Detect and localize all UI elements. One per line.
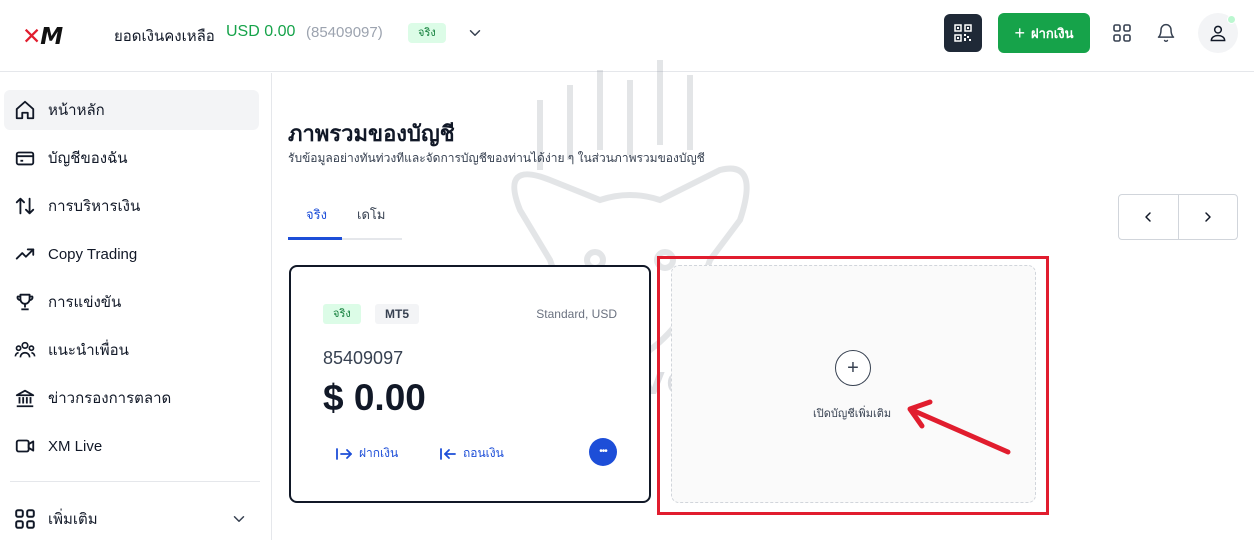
user-icon <box>1210 25 1226 42</box>
video-icon <box>15 439 35 453</box>
page-title: ภาพรวมของบัญชี <box>288 121 455 146</box>
card-deposit-button[interactable]: ฝากเงิน <box>335 444 398 463</box>
sidebar-divider <box>10 481 260 482</box>
sidebar-item-my-accounts[interactable]: บัญชีของฉัน <box>4 138 259 178</box>
sidebar-item-label: แนะนำเพื่อน <box>48 342 129 359</box>
sidebar-item-competitions[interactable]: การแข่งขัน <box>4 282 259 322</box>
xm-logo[interactable]: ✕M <box>22 24 63 50</box>
chevron-down-icon[interactable] <box>230 510 248 528</box>
sidebar-item-label: เพิ่มเติม <box>48 511 98 528</box>
sidebar-item-home[interactable]: หน้าหลัก <box>4 90 259 130</box>
card-withdraw-label: ถอนเงิน <box>463 446 504 460</box>
sidebar-item-label: Copy Trading <box>48 245 138 263</box>
account-id: (85409097) <box>306 24 383 41</box>
page-subtitle: รับข้อมูลอย่างทันท่วงทีและจัดการบัญชีของ… <box>288 151 705 165</box>
apps-grid-icon <box>15 509 35 529</box>
transfer-icon <box>15 197 35 215</box>
chevron-left-icon <box>1145 212 1152 222</box>
balance-value: USD 0.00 <box>226 23 296 40</box>
bank-icon <box>15 389 35 408</box>
account-type-badge: จริง <box>408 23 446 43</box>
card-withdraw-button[interactable]: ถอนเงิน <box>439 444 504 463</box>
home-icon <box>15 100 35 120</box>
next-button[interactable] <box>1177 195 1237 239</box>
prev-button[interactable] <box>1119 195 1178 239</box>
sidebar-item-xm-live[interactable]: XM Live <box>4 426 259 466</box>
tab-real[interactable]: จริง <box>306 204 327 225</box>
plus-icon: + <box>1014 23 1026 43</box>
red-arrow-annotation <box>907 399 1011 455</box>
account-type-badge: จริง <box>323 304 361 324</box>
online-status-dot <box>1227 15 1236 24</box>
sidebar-item-label: ข่าวกรองการตลาด <box>48 390 172 407</box>
sidebar-item-label: XM Live <box>48 437 103 455</box>
sidebar: หน้าหลัก บัญชีของฉัน การบริหารเงิน Copy … <box>0 73 272 540</box>
account-balance: $ 0.00 <box>323 377 426 418</box>
sidebar-item-label: การบริหารเงิน <box>48 198 141 215</box>
chevron-right-icon <box>1205 212 1211 222</box>
more-dots-icon: ••• <box>599 446 607 457</box>
active-tab-indicator <box>288 237 342 240</box>
platform-badge: MT5 <box>375 304 419 324</box>
user-avatar[interactable] <box>1198 13 1238 53</box>
qr-code-button[interactable] <box>944 14 982 52</box>
sidebar-item-refer-friend[interactable]: แนะนำเพื่อน <box>4 330 259 370</box>
deposit-button-label: ฝากเงิน <box>1031 25 1074 41</box>
wallet-icon <box>15 151 35 166</box>
apps-grid-icon[interactable] <box>1112 23 1132 43</box>
trophy-icon <box>16 293 34 311</box>
people-icon <box>14 341 36 358</box>
account-card[interactable]: จริง MT5 Standard, USD 85409097 $ 0.00 ฝ… <box>289 265 651 503</box>
sidebar-item-more[interactable]: เพิ่มเติม <box>4 499 259 539</box>
tab-demo[interactable]: เดโม <box>357 204 385 225</box>
carousel-pager <box>1118 194 1238 240</box>
card-deposit-label: ฝากเงิน <box>359 446 399 460</box>
withdraw-arrow-icon <box>440 447 456 460</box>
top-header: ✕M ยอดเงินคงเหลือ USD 0.00 (85409097) จร… <box>0 0 1254 72</box>
more-options-button[interactable]: ••• <box>589 438 617 466</box>
bell-icon[interactable] <box>1156 22 1176 44</box>
chevron-down-icon[interactable] <box>466 24 484 42</box>
sidebar-item-market-news[interactable]: ข่าวกรองการตลาด <box>4 378 259 418</box>
sidebar-item-label: หน้าหลัก <box>48 102 105 119</box>
sidebar-item-label: การแข่งขัน <box>48 294 122 311</box>
deposit-button[interactable]: + ฝากเงิน <box>998 13 1090 53</box>
red-highlight-box <box>657 256 1049 515</box>
deposit-arrow-icon <box>336 447 352 460</box>
sidebar-item-copy-trading[interactable]: Copy Trading <box>4 234 259 274</box>
account-type-label: Standard, USD <box>536 307 617 321</box>
sidebar-item-funds[interactable]: การบริหารเงิน <box>4 186 259 226</box>
account-number: 85409097 <box>323 348 404 368</box>
qr-code-icon <box>954 24 972 42</box>
balance-label: ยอดเงินคงเหลือ <box>114 28 215 45</box>
trend-icon <box>15 248 35 260</box>
sidebar-item-label: บัญชีของฉัน <box>48 150 128 167</box>
